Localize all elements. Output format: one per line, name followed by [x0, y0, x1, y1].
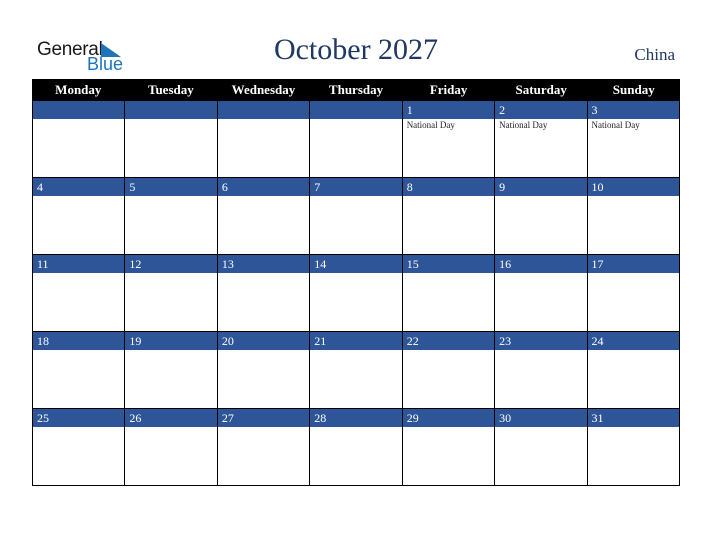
day-number: 29: [402, 409, 495, 427]
holiday-label: National Day: [591, 120, 640, 130]
day-number: 17: [587, 255, 679, 273]
day-cell[interactable]: [124, 101, 217, 178]
day-cell[interactable]: 16: [494, 255, 587, 332]
day-number: 19: [125, 332, 217, 350]
day-cell[interactable]: 28: [309, 409, 402, 486]
day-number: 21: [310, 332, 402, 350]
day-number: 13: [217, 255, 310, 273]
day-number: 5: [125, 178, 217, 196]
day-number: 24: [587, 332, 679, 350]
day-cell[interactable]: 24: [586, 332, 680, 409]
day-number: [125, 101, 217, 119]
day-number: 12: [125, 255, 217, 273]
day-number: 8: [402, 178, 495, 196]
day-number: 31: [587, 409, 679, 427]
day-cell[interactable]: 19: [124, 332, 217, 409]
day-cell[interactable]: 1 National Day: [401, 101, 495, 178]
day-number: 10: [587, 178, 679, 196]
day-cell[interactable]: 8: [401, 178, 495, 255]
day-number: 15: [402, 255, 495, 273]
day-cell[interactable]: 25: [32, 409, 125, 486]
country-label: China: [634, 45, 675, 64]
day-cell[interactable]: [32, 101, 125, 178]
weekday-thursday: Thursday: [328, 82, 384, 97]
day-number: 18: [33, 332, 125, 350]
day-cell[interactable]: 31: [586, 409, 680, 486]
day-number: 11: [33, 255, 125, 273]
day-cell[interactable]: 5: [124, 178, 217, 255]
day-cell[interactable]: 15: [401, 255, 495, 332]
day-cell[interactable]: 27: [216, 409, 310, 486]
day-cell[interactable]: 11: [32, 255, 125, 332]
day-number: 6: [217, 178, 310, 196]
day-number: 9: [495, 178, 587, 196]
week-row: 25 26 27 28 29 30 31: [32, 409, 680, 486]
day-number: 22: [402, 332, 495, 350]
day-cell[interactable]: 10: [586, 178, 680, 255]
day-number: [310, 101, 402, 119]
day-cell[interactable]: 14: [309, 255, 402, 332]
day-cell[interactable]: 7: [309, 178, 402, 255]
week-row: 4 5 6 7 8 9 10: [32, 178, 680, 255]
day-number: 26: [125, 409, 217, 427]
day-number: [217, 101, 310, 119]
weekday-monday: Monday: [55, 82, 102, 97]
day-cell[interactable]: 20: [216, 332, 310, 409]
day-number: 20: [217, 332, 310, 350]
day-cell[interactable]: 4: [32, 178, 125, 255]
day-cell[interactable]: [309, 101, 402, 178]
day-number: 14: [310, 255, 402, 273]
day-cell[interactable]: 17: [586, 255, 680, 332]
day-number: 23: [495, 332, 587, 350]
holiday-label: National Day: [406, 120, 455, 130]
weekday-header: Monday Tuesday Wednesday Thursday Friday Satu…: [32, 79, 680, 101]
weekday-wednesday: Wednesday: [231, 82, 296, 97]
day-cell[interactable]: 2 National Day: [494, 101, 587, 178]
day-number: 28: [310, 409, 402, 427]
day-cell[interactable]: 26: [124, 409, 217, 486]
day-cell[interactable]: 6: [216, 178, 310, 255]
day-cell[interactable]: 29: [401, 409, 495, 486]
day-number: 4: [33, 178, 125, 196]
calendar-title: October 2027: [273, 33, 439, 66]
day-cell[interactable]: 12: [124, 255, 217, 332]
day-number: 30: [495, 409, 587, 427]
day-cell[interactable]: 21: [309, 332, 402, 409]
day-cell[interactable]: 3 National Day: [586, 101, 680, 178]
day-cell[interactable]: 22: [401, 332, 495, 409]
day-number: [33, 101, 125, 119]
day-cell[interactable]: 18: [32, 332, 125, 409]
weekday-tuesday: Tuesday: [147, 82, 194, 97]
weekday-sunday: Sunday: [612, 82, 655, 97]
week-row: 18 19 20 21 22 23 24: [32, 332, 680, 409]
weekday-saturday: Saturday: [515, 82, 567, 97]
day-number: 7: [310, 178, 402, 196]
day-cell[interactable]: 23: [494, 332, 587, 409]
day-number: 25: [33, 409, 125, 427]
holiday-label: National Day: [499, 120, 548, 130]
day-cell[interactable]: 30: [494, 409, 587, 486]
week-row: 1 National Day 2 National Day 3 National Day: [32, 101, 680, 178]
week-row: 11 12 13 14 15 16 17: [32, 255, 680, 332]
day-number: 16: [495, 255, 587, 273]
day-number: 3: [587, 101, 679, 119]
day-cell[interactable]: [216, 101, 310, 178]
day-number: 1: [402, 101, 495, 119]
calendar-grid: Monday Tuesday Wednesday Thursday Friday Satu…: [32, 79, 680, 486]
weekday-friday: Friday: [429, 82, 468, 97]
day-number: 2: [495, 101, 587, 119]
day-cell[interactable]: 9: [494, 178, 587, 255]
day-cell[interactable]: 13: [216, 255, 310, 332]
day-number: 27: [217, 409, 310, 427]
